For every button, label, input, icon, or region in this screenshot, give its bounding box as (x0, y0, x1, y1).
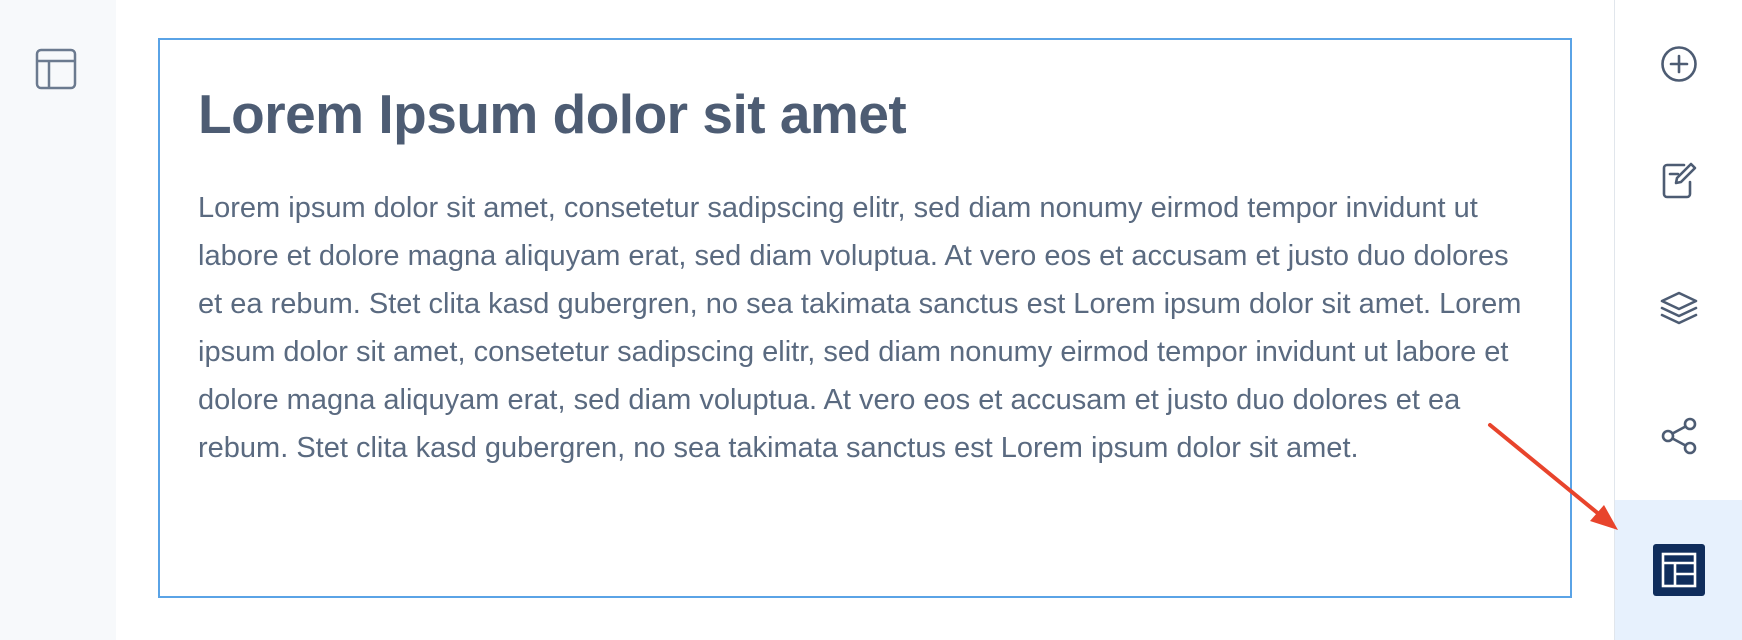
share-icon (1659, 416, 1699, 456)
layers-button[interactable] (1615, 244, 1742, 372)
layout-button[interactable] (1615, 500, 1742, 640)
left-rail (0, 0, 116, 640)
layout-panel-button[interactable] (34, 48, 78, 95)
share-button[interactable] (1615, 372, 1742, 500)
block-paragraph[interactable]: Lorem ipsum dolor sit amet, consetetur s… (198, 184, 1538, 472)
right-toolbar (1614, 0, 1742, 640)
layout-panel-icon (35, 48, 77, 95)
layout-grid-icon (1653, 544, 1705, 596)
plus-circle-icon (1660, 45, 1698, 83)
selected-text-block[interactable]: Lorem Ipsum dolor sit amet Lorem ipsum d… (158, 38, 1572, 598)
edit-content-button[interactable] (1615, 116, 1742, 244)
edit-note-icon (1660, 160, 1698, 200)
block-heading[interactable]: Lorem Ipsum dolor sit amet (198, 78, 1532, 150)
app-window: Lorem Ipsum dolor sit amet Lorem ipsum d… (0, 0, 1742, 640)
add-element-button[interactable] (1615, 0, 1742, 128)
layers-icon (1659, 290, 1699, 326)
editor-canvas: Lorem Ipsum dolor sit amet Lorem ipsum d… (116, 0, 1614, 640)
